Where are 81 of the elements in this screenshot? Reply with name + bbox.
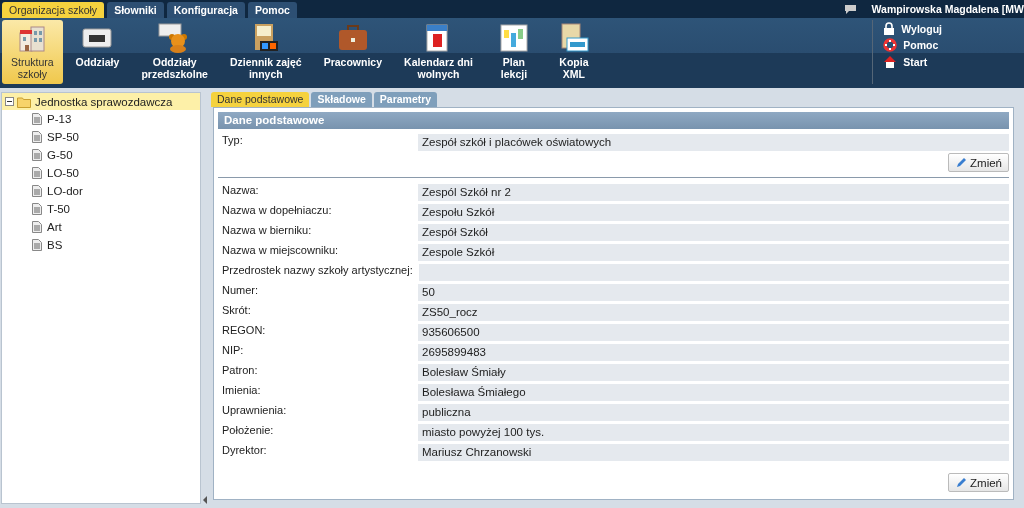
field-value: ZS50_rocz — [418, 304, 1009, 321]
toolbar-button[interactable]: Oddziały przedszkolne — [132, 20, 217, 84]
field-label: Dyrektor: — [221, 444, 268, 456]
field-label: Nazwa w dopełniaczu: — [221, 204, 333, 216]
tree-item[interactable]: G-50 — [2, 146, 200, 164]
timetable-icon — [499, 24, 528, 52]
building-icon — [17, 23, 48, 53]
change-button[interactable]: Zmień — [948, 153, 1009, 172]
collapse-handle-icon[interactable] — [203, 496, 207, 504]
class-sign-icon — [82, 26, 113, 50]
field-value: Zespól Szkół nr 2 — [418, 184, 1009, 201]
menu-tab[interactable]: Konfiguracja — [166, 2, 245, 18]
tree-item[interactable]: LO-dor — [2, 182, 200, 200]
field-value: miasto powyżej 100 tys. — [418, 424, 1009, 441]
field-label: Przedrostek nazwy szkoły artystycznej: — [221, 264, 414, 276]
xml-file-icon — [558, 23, 589, 53]
field-value: Mariusz Chrzanowski — [418, 444, 1009, 461]
field-label: Imienia: — [221, 384, 262, 396]
field-label: Nazwa: — [221, 184, 260, 196]
toolbar-button[interactable]: Kalendarz dni wolnych — [395, 20, 482, 84]
tree-item[interactable]: LO-50 — [2, 164, 200, 182]
toolbar-button[interactable]: Oddziały — [66, 20, 129, 84]
document-icon — [32, 113, 42, 125]
document-icon — [32, 131, 42, 143]
field-label: Nazwa w miejscowniku: — [221, 244, 340, 256]
pencil-icon — [955, 476, 968, 489]
toolbar-button[interactable]: Pracownicy — [314, 20, 392, 84]
field-value: Bolesława Śmiałego — [418, 384, 1009, 401]
document-icon — [32, 149, 42, 161]
briefcase-icon — [337, 25, 368, 51]
field-value: publiczna — [418, 404, 1009, 421]
tree-root[interactable]: Jednostka sprawozdawcza — [2, 93, 200, 110]
field-label: Skrót: — [221, 304, 252, 316]
tree-item[interactable]: BS — [2, 236, 200, 254]
menu-tab[interactable]: Słowniki — [107, 2, 164, 18]
tree-item[interactable]: T-50 — [2, 200, 200, 218]
field-label: Numer: — [221, 284, 260, 296]
menu-tab[interactable]: Organizacja szkoły — [2, 2, 105, 18]
field-value: 2695899483 — [418, 344, 1009, 361]
field-value: Zespół Szkół — [418, 224, 1009, 241]
home-icon — [883, 55, 898, 68]
field-value: Zespołu Szkół — [418, 204, 1009, 221]
document-icon — [32, 239, 42, 251]
lifebuoy-icon — [883, 38, 898, 52]
field-value: Zespół szkół i placówek oświatowych — [418, 134, 1009, 151]
field-label: REGON: — [221, 324, 267, 336]
field-label: NIP: — [221, 344, 245, 356]
user-name: Wampirowska Magdalena [MW — [871, 3, 1024, 15]
menu-tab[interactable]: Pomoc — [247, 2, 297, 18]
padlock-icon — [883, 22, 896, 35]
field-label: Nazwa w bierniku: — [221, 224, 313, 236]
content-tab[interactable]: Dane podstawowe — [211, 92, 310, 107]
change-button[interactable]: Zmień — [948, 473, 1009, 492]
nav-link[interactable]: Wyloguj — [883, 22, 942, 35]
panel-header: Dane podstawowe — [218, 112, 1009, 129]
toolbar-button[interactable]: Dziennik zajęć innych — [220, 20, 311, 84]
tree-item[interactable]: P-13 — [2, 110, 200, 128]
field-label: Typ: — [221, 134, 244, 146]
toolbar-button[interactable]: Struktura szkoły — [2, 20, 63, 84]
tree-label: Jednostka sprawozdawcza — [35, 95, 173, 108]
collapse-icon[interactable] — [5, 97, 14, 106]
document-icon — [32, 185, 42, 197]
field-value: Zespole Szkół — [418, 244, 1009, 261]
pencil-icon — [955, 156, 968, 169]
folder-icon — [17, 95, 32, 108]
toolbar-button[interactable]: Plan lekcji — [485, 20, 542, 84]
document-icon — [32, 221, 42, 233]
document-icon — [32, 203, 42, 215]
field-label: Położenie: — [221, 424, 275, 436]
field-value: 50 — [418, 284, 1009, 301]
tree-item[interactable]: Art — [2, 218, 200, 236]
speech-bubble-icon — [843, 4, 857, 14]
nav-link[interactable]: Pomoc — [883, 38, 942, 52]
document-icon — [32, 167, 42, 179]
field-label: Patron: — [221, 364, 259, 376]
field-label: Uprawnienia: — [221, 404, 288, 416]
field-value: Bolesław Śmiały — [418, 364, 1009, 381]
toolbar-button[interactable]: Kopia XML — [545, 20, 602, 84]
field-value: 935606500 — [418, 324, 1009, 341]
nav-link[interactable]: Start — [883, 55, 942, 68]
tree-item[interactable]: SP-50 — [2, 128, 200, 146]
